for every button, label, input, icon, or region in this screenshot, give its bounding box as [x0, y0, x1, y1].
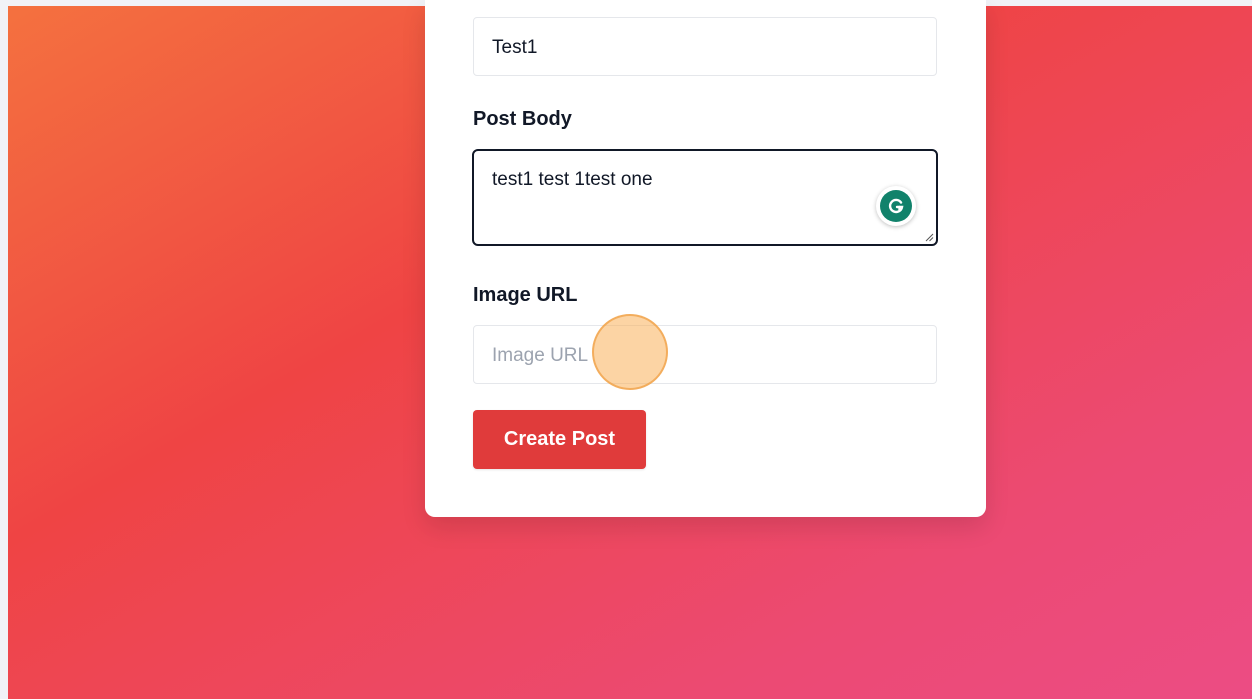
post-body-text: test1 test 1test one: [492, 169, 653, 190]
image-url-input[interactable]: Image URL: [473, 325, 937, 384]
screen: Test1 Post Body test1 test 1test one Ima…: [0, 0, 1252, 699]
grammarly-icon[interactable]: [876, 186, 916, 226]
create-post-button[interactable]: Create Post: [473, 410, 646, 469]
post-body-textarea[interactable]: test1 test 1test one: [472, 149, 938, 246]
resize-handle-icon[interactable]: [924, 232, 934, 242]
create-post-card: Test1 Post Body test1 test 1test one Ima…: [425, 0, 986, 517]
image-url-label: Image URL: [473, 284, 578, 306]
click-indicator: [592, 314, 668, 390]
title-input[interactable]: Test1: [473, 17, 937, 76]
post-body-label: Post Body: [473, 108, 572, 130]
